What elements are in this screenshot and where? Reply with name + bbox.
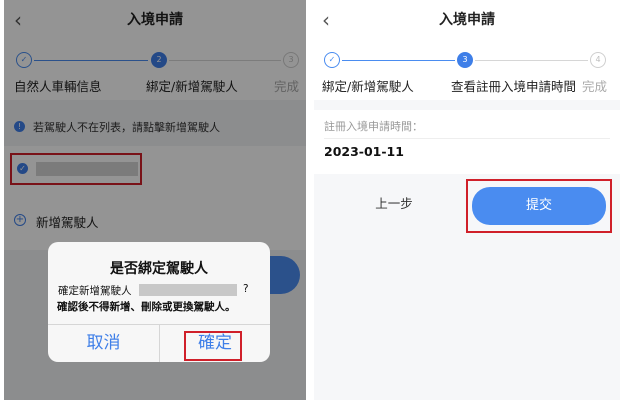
confirm-dialog: 是否綁定駕駛人 確定新增駕駛人 ? 確認後不得新增、刪除或更換駕駛人。 取消 確… <box>48 242 270 362</box>
nav-bar: ‹ 入境申請 <box>314 0 620 40</box>
field-label: 註冊入境申請時間： <box>324 120 423 133</box>
step-connector <box>475 60 588 61</box>
step-2-indicator: 3 <box>457 52 473 68</box>
entry-time-card: 註冊入境申請時間： 2023-01-11 <box>314 110 620 174</box>
step-3-label: 完成 <box>582 79 608 94</box>
submit-button[interactable]: 提交 <box>472 187 606 225</box>
confirm-button[interactable]: 確定 <box>160 325 270 361</box>
dialog-message-prefix: 確定新增駕駛人 <box>58 285 132 297</box>
step-1-check-icon: ✓ <box>324 52 340 68</box>
driver-name-redacted <box>139 284 237 296</box>
prev-step-button[interactable]: 上一步 <box>324 184 464 224</box>
prev-step-label: 上一步 <box>375 196 413 211</box>
dialog-title: 是否綁定駕駛人 <box>110 261 208 277</box>
dialog-warning: 確認後不得新增、刪除或更換駕駛人。 <box>57 301 236 313</box>
entry-date-value: 2023-01-11 <box>324 144 404 159</box>
step-connector <box>342 60 455 61</box>
stepper: ✓ 3 4 綁定/新增駕駛人 查看註冊入境申請時間 完成 <box>314 40 620 100</box>
cancel-button[interactable]: 取消 <box>48 325 159 361</box>
dialog-message-suffix: ? <box>243 283 249 295</box>
right-screen: ‹ 入境申請 ✓ 3 4 綁定/新增駕駛人 查看註冊入境申請時間 完成 註冊入境… <box>314 0 620 400</box>
left-screen: ‹ 入境申請 ✓ 2 3 自然人車輛信息 綁定/新增駕駛人 完成 ! 若駕駛人不… <box>4 0 306 400</box>
step-3-indicator: 4 <box>590 52 606 68</box>
step-2-label: 查看註冊入境申請時間 <box>451 79 577 94</box>
step-1-label: 綁定/新增駕駛人 <box>322 79 414 94</box>
page-title: 入境申請 <box>439 12 495 28</box>
divider <box>324 138 610 139</box>
